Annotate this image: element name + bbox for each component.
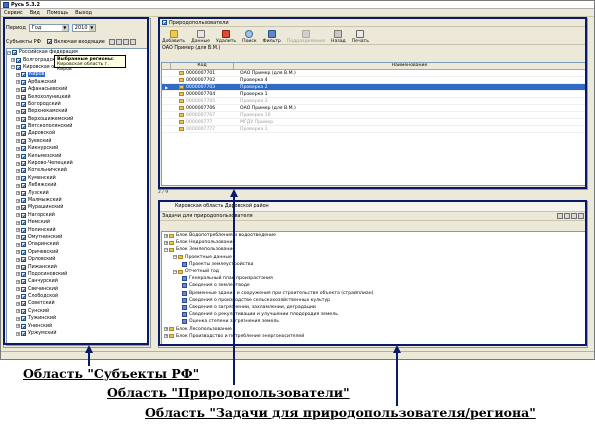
menu-service[interactable]: Сервис <box>4 10 23 16</box>
menu-help[interactable]: Помощь <box>47 10 68 16</box>
caption-users: Область "Природопользователи" <box>107 385 350 400</box>
subjects-arrow-line <box>88 352 90 366</box>
subjects-callout-frame <box>3 17 149 345</box>
menu-view[interactable]: Вид <box>30 10 40 16</box>
tasks-callout-frame <box>158 200 587 346</box>
caption-tasks: Область "Задачи для природопользователя/… <box>145 405 536 420</box>
title-bar: Русь 5.3.2 <box>1 1 594 9</box>
users-count: 2 / 9 <box>158 190 169 195</box>
users-arrow-line <box>233 196 235 385</box>
tasks-arrow-line <box>396 352 398 406</box>
caption-subjects: Область "Субъекты РФ" <box>23 366 200 381</box>
app-icon <box>3 1 9 8</box>
users-callout-frame <box>158 17 587 189</box>
window-title: Русь 5.3.2 <box>11 1 41 8</box>
menu-bar: Сервис Вид Помощь Выход <box>1 9 594 17</box>
menu-exit[interactable]: Выход <box>75 10 92 16</box>
